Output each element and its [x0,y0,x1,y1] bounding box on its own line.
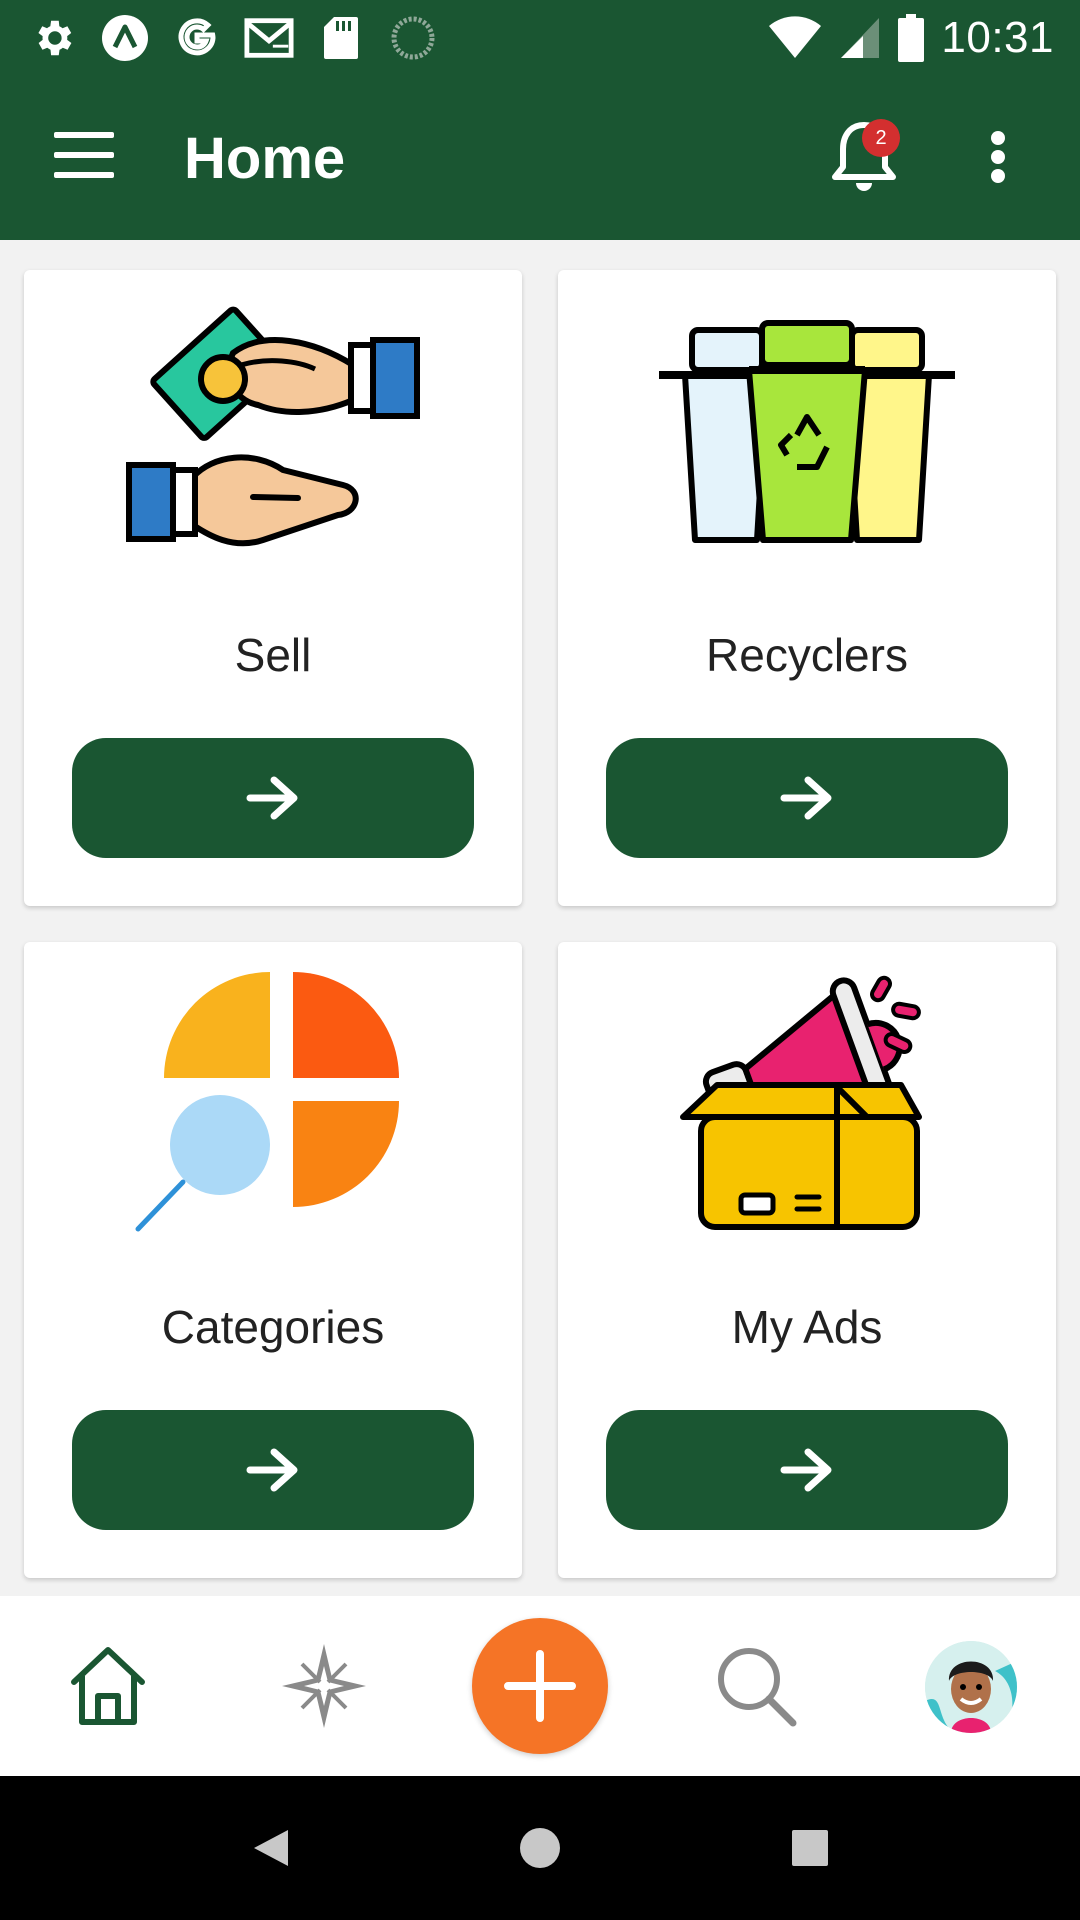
home-icon [71,1647,145,1725]
arrow-right-icon [780,776,832,820]
nav-search[interactable] [706,1636,806,1736]
card-label: Recyclers [706,629,908,681]
home-circle-icon[interactable] [508,1816,572,1880]
bottom-nav [0,1596,1080,1776]
arrow-right-icon [246,776,298,820]
google-icon [172,13,222,63]
card-recyclers: Recyclers [558,270,1056,906]
more-vert-icon[interactable] [976,125,1020,189]
sell-go-button[interactable] [72,738,474,858]
money-hands-icon [126,306,420,547]
categories-chart-icon [135,972,399,1232]
back-icon[interactable] [238,1816,302,1880]
nav-explore[interactable] [274,1636,374,1736]
card-label: My Ads [731,1301,883,1353]
app-logo-icon [100,13,150,63]
megaphone-box-icon [680,975,922,1230]
status-time: 10:31 [941,13,1054,62]
profile-avatar[interactable] [925,1641,1017,1733]
wifi-icon [769,16,822,58]
recents-icon[interactable] [778,1816,842,1880]
sd-card-icon [316,13,366,63]
card-label: Sell [234,629,312,681]
page-title: Home [184,126,346,191]
add-button[interactable] [472,1618,608,1754]
signal-icon [841,18,880,58]
my-ads-go-button[interactable] [606,1410,1008,1530]
menu-icon[interactable] [44,123,124,187]
categories-go-button[interactable] [72,1410,474,1530]
sync-icon [388,13,438,63]
search-icon [718,1648,797,1727]
card-sell: Sell [24,270,522,906]
arrow-right-icon [246,1448,298,1492]
arrow-right-icon [780,1448,832,1492]
settings-icon [28,13,78,63]
gmail-icon [244,13,294,63]
app-bar: Home 2 [0,75,1080,240]
recycle-bins-icon [659,320,955,560]
battery-icon [898,14,925,62]
recyclers-go-button[interactable] [606,738,1008,858]
add-icon [504,1650,576,1722]
status-bar: 10:31 [0,0,1080,75]
system-nav-bar [0,1776,1080,1920]
nav-home[interactable] [58,1636,158,1736]
compass-icon [282,1644,366,1728]
notification-badge: 2 [862,119,900,157]
card-label: Categories [161,1301,385,1353]
card-categories: Categories [24,942,522,1578]
status-right-icons: 10:31 [767,8,1054,68]
card-my-ads: My Ads [558,942,1056,1578]
status-left-icons [28,10,438,66]
